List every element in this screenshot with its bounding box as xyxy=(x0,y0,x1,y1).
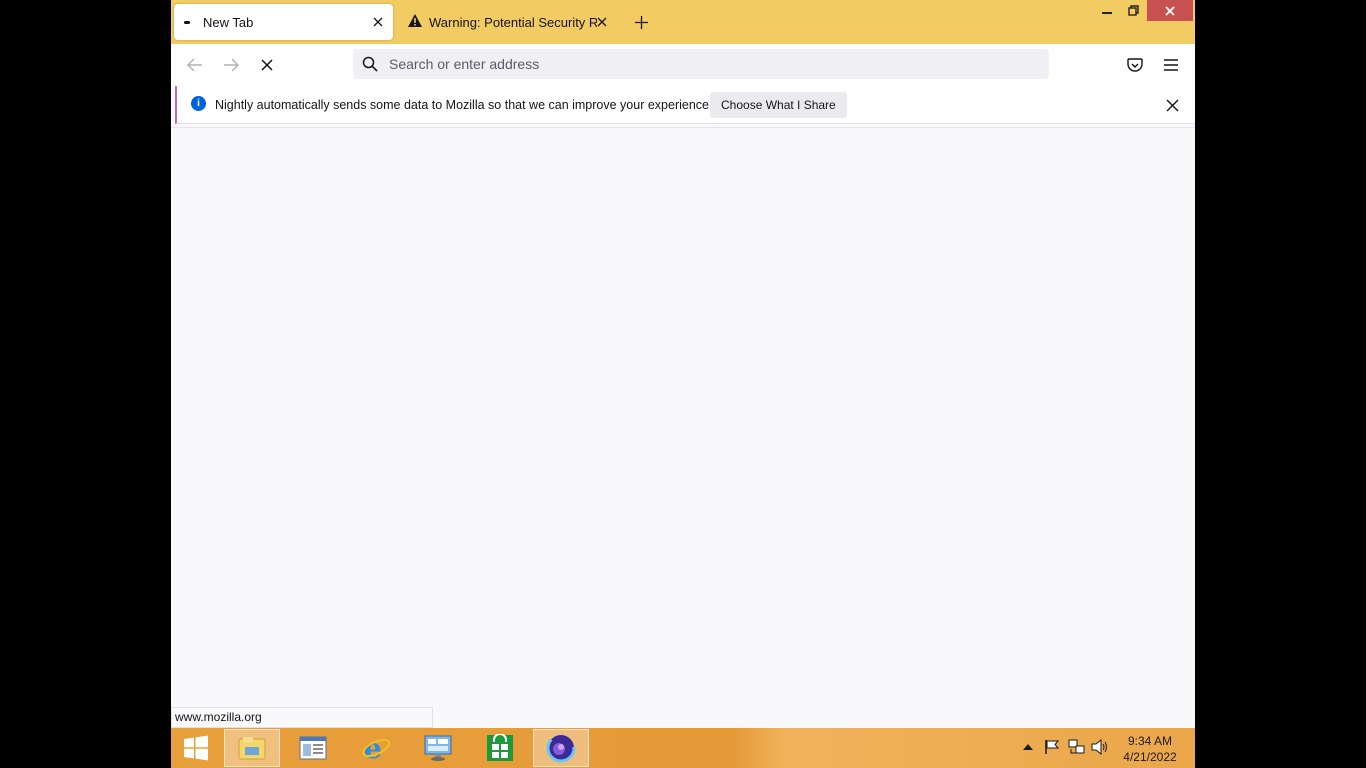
flag-icon xyxy=(1045,740,1060,754)
folder-icon xyxy=(238,737,266,760)
network-button[interactable] xyxy=(1067,736,1085,758)
choose-what-i-share-button[interactable]: Choose What I Share xyxy=(710,92,847,118)
speaker-icon xyxy=(1091,739,1107,755)
volume-button[interactable] xyxy=(1091,736,1109,758)
clock-date: 4/21/2022 xyxy=(1123,750,1177,764)
stop-button[interactable] xyxy=(253,53,281,77)
tab-security-warning[interactable]: Warning: Potential Security Risk Ahead xyxy=(399,4,615,40)
forward-arrow-icon xyxy=(224,58,239,72)
store-button[interactable] xyxy=(472,729,528,767)
firefox-nightly-icon xyxy=(546,733,576,763)
minimize-icon xyxy=(1102,11,1112,14)
forward-button[interactable] xyxy=(217,53,245,77)
tab-close-icon[interactable] xyxy=(593,13,611,31)
url-bar[interactable] xyxy=(353,49,1049,79)
chevron-up-icon xyxy=(1023,744,1033,750)
tab-loading-icon xyxy=(184,20,190,24)
info-icon: i xyxy=(191,96,206,111)
windows-logo-icon xyxy=(184,735,208,761)
tab-new-tab[interactable]: New Tab xyxy=(174,4,393,40)
tab-label: New Tab xyxy=(203,14,254,30)
back-arrow-icon xyxy=(187,58,202,72)
hamburger-menu-icon xyxy=(1164,59,1178,71)
close-window-button[interactable] xyxy=(1147,0,1193,21)
internet-explorer-button[interactable]: e xyxy=(348,729,404,767)
navigation-toolbar xyxy=(171,44,1195,86)
search-icon xyxy=(361,55,379,73)
back-button[interactable] xyxy=(181,53,209,77)
data-reporting-notification: i Nightly automatically sends some data … xyxy=(175,86,1195,124)
firefox-nightly-button[interactable] xyxy=(533,729,589,767)
clock-time: 9:34 AM xyxy=(1127,734,1173,748)
control-panel-icon xyxy=(299,736,327,760)
address-input[interactable] xyxy=(387,55,1031,73)
warning-icon xyxy=(407,13,423,31)
tab-label: Warning: Potential Security Risk Ahead xyxy=(429,14,597,30)
title-bar: New Tab Warning: Potential Security Risk… xyxy=(171,0,1195,44)
restore-button[interactable] xyxy=(1121,0,1145,21)
restore-icon xyxy=(1127,5,1139,16)
new-tab-button[interactable] xyxy=(631,12,651,32)
store-icon xyxy=(487,734,513,761)
notification-close-button[interactable] xyxy=(1162,95,1182,115)
network-icon xyxy=(1068,739,1084,754)
show-hidden-icons-button[interactable] xyxy=(1019,736,1037,758)
page-content xyxy=(171,127,1195,729)
plus-icon xyxy=(634,15,648,29)
pocket-icon xyxy=(1127,57,1143,72)
start-button[interactable] xyxy=(171,729,224,767)
stop-icon xyxy=(261,59,273,71)
action-center-button[interactable] xyxy=(1043,736,1061,758)
app-menu-button[interactable] xyxy=(1157,53,1185,77)
control-panel-button[interactable] xyxy=(285,729,341,767)
internet-explorer-icon: e xyxy=(362,733,390,763)
close-icon xyxy=(1165,5,1175,16)
remote-desktop-button[interactable] xyxy=(410,729,466,767)
minimize-button[interactable] xyxy=(1095,0,1119,21)
pocket-button[interactable] xyxy=(1121,53,1149,77)
notification-message: Nightly automatically sends some data to… xyxy=(215,98,713,112)
status-bar-link: www.mozilla.org xyxy=(171,707,433,728)
network-computer-icon xyxy=(424,735,452,761)
close-icon xyxy=(1166,99,1178,111)
windows-taskbar: e 9:34 AM 4/21/2022 xyxy=(171,728,1195,768)
tab-close-icon[interactable] xyxy=(369,13,387,31)
file-explorer-button[interactable] xyxy=(224,729,280,767)
taskbar-clock[interactable]: 9:34 AM 4/21/2022 xyxy=(1117,733,1183,765)
browser-window: New Tab Warning: Potential Security Risk… xyxy=(171,0,1195,768)
